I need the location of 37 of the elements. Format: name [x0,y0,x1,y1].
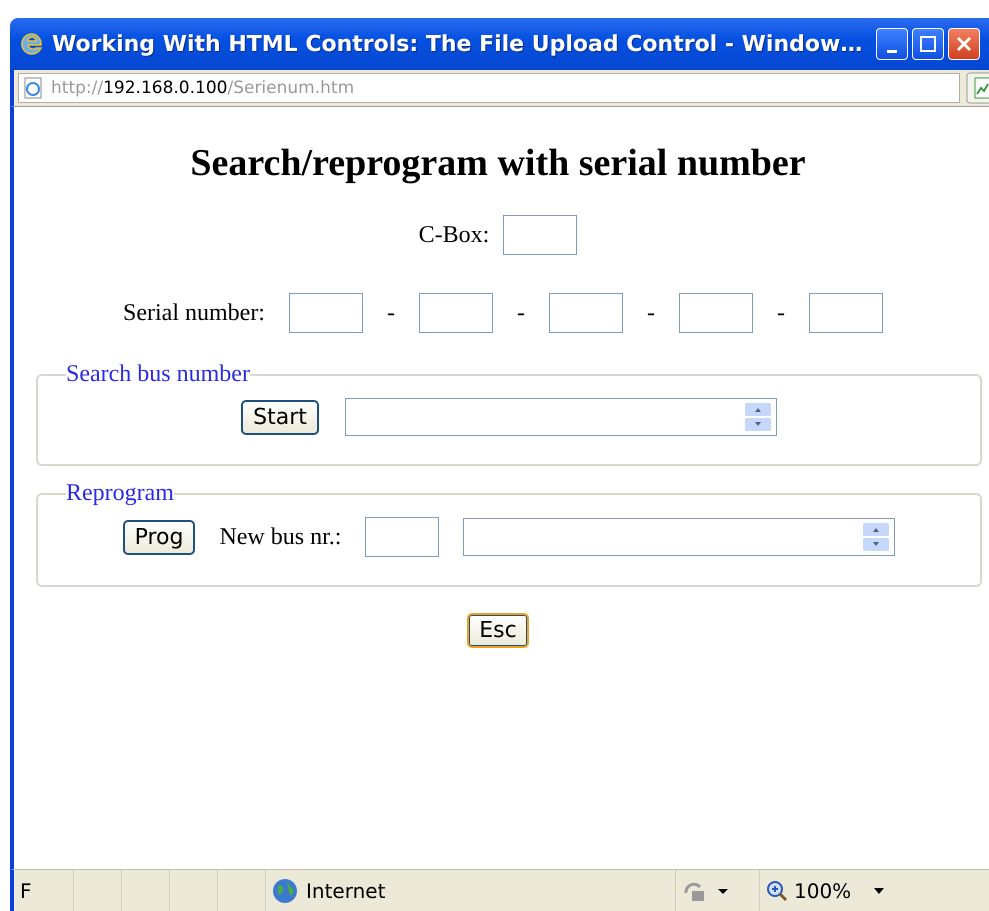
zone-label: Internet [306,878,386,902]
cbox-label: C-Box: [418,222,490,248]
window-title: Working With HTML Controls: The File Upload Control - Window… [52,32,862,56]
group-legend: Search bus number [66,361,250,388]
close-icon [955,35,974,53]
maximize-icon [919,35,938,53]
start-button[interactable]: Start [241,400,319,434]
zoom-icon [766,880,788,902]
esc-button[interactable]: Esc [467,613,529,648]
bus-number-field[interactable] [365,517,440,557]
group-legend: Reprogram [66,480,174,507]
separator: - [646,300,655,326]
bus-number-label: New bus nr.: [219,524,342,550]
serial-field[interactable] [418,293,493,333]
list-box[interactable] [463,518,896,556]
prog-button[interactable]: Prog [122,520,196,554]
page-heading: Search/reprogram with serial number [190,141,806,185]
serial-field[interactable] [678,293,753,333]
globe-icon [272,878,298,904]
address-field[interactable]: http://192.168.0.100/Serienum.htm [18,73,960,103]
spinner-icon[interactable] [744,402,772,432]
serial-label: Serial number: [123,300,265,326]
maximize-button[interactable] [912,28,944,60]
list-box[interactable] [344,398,777,436]
serial-field[interactable] [548,293,623,333]
separator: - [776,300,785,326]
minimize-icon [887,50,898,52]
spinner-icon[interactable] [862,522,890,552]
zoom-level[interactable]: 100% [794,878,852,902]
minimize-button[interactable] [876,28,908,60]
status-pane: F [14,870,74,911]
serial-field[interactable] [288,293,363,333]
separator: - [386,300,395,326]
serial-field[interactable] [808,293,883,333]
separator: - [516,300,525,326]
close-button[interactable] [948,28,980,60]
cbox-field[interactable] [503,215,578,255]
